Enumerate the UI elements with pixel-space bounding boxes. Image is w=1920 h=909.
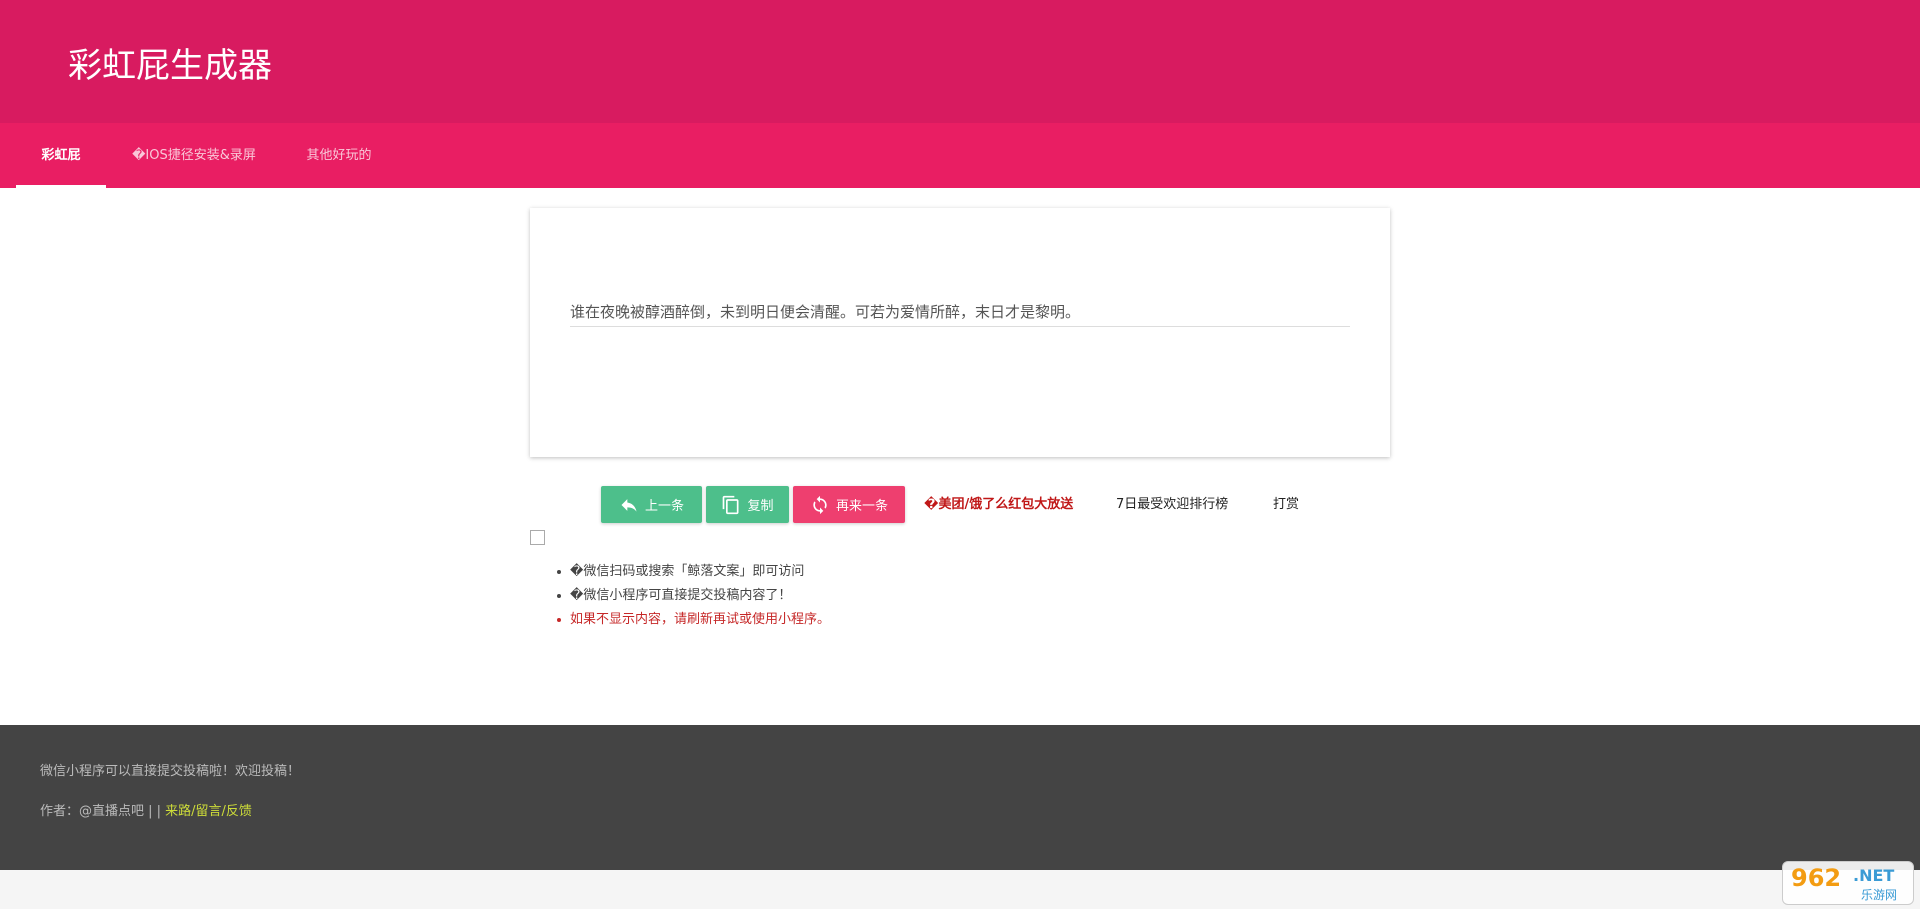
quote-text: 谁在夜晚被醇酒醉倒，未到明日便会清醒。可若为爱情所醉，末日才是黎明。 xyxy=(570,301,1350,327)
next-label: 再来一条 xyxy=(835,499,888,514)
watermark-cn: 乐游网 xyxy=(1861,888,1898,902)
watermark-net: .NET xyxy=(1853,866,1895,885)
copy-label: 复制 xyxy=(747,499,774,514)
footer-author: 作者：@直播点吧 | | 来路/留言/反馈 xyxy=(40,800,252,819)
copy-button[interactable]: 复制 xyxy=(706,486,789,523)
prev-button[interactable]: 上一条 xyxy=(601,486,702,523)
footer-message: 微信小程序可以直接提交投稿啦！欢迎投稿！ xyxy=(40,764,301,779)
tab-rainbow[interactable]: 彩虹屁 xyxy=(16,123,106,188)
author-text: 作者：@直播点吧 | | xyxy=(40,804,166,819)
watermark-num: 962 xyxy=(1791,864,1842,892)
tab-other-fun[interactable]: 其他好玩的 xyxy=(290,123,388,188)
list-item: 如果不显示内容，请刷新再试或使用小程序。 xyxy=(556,608,830,632)
reward-link[interactable]: 打赏 xyxy=(1273,486,1299,523)
tab-ios-shortcut[interactable]: �IOS捷径安装&录屏 xyxy=(124,123,264,188)
copy-icon xyxy=(723,495,739,514)
ranking-link[interactable]: 7日最受欢迎排行榜 xyxy=(1116,486,1228,523)
feedback-link[interactable]: 来路/留言/反馈 xyxy=(165,804,252,819)
list-item: �微信小程序可直接提交投稿内容了！ xyxy=(556,584,830,608)
footer: 微信小程序可以直接提交投稿啦！欢迎投稿！ 作者：@直播点吧 | | 来路/留言/… xyxy=(0,725,1920,870)
quote-card: 谁在夜晚被醇酒醉倒，未到明日便会清醒。可若为爱情所醉，末日才是黎明。 xyxy=(530,208,1390,457)
page-title: 彩虹屁生成器 xyxy=(68,46,272,86)
prev-label: 上一条 xyxy=(644,499,684,514)
watermark-logo: 962 .NET 乐游网 xyxy=(1782,861,1914,905)
main-content: 谁在夜晚被醇酒醉倒，未到明日便会清醒。可若为爱情所醉，末日才是黎明。 上一条 复… xyxy=(0,188,1920,725)
notes-list: �微信扫码或搜索「鲸落文案」即可访问 �微信小程序可直接提交投稿内容了！ 如果不… xyxy=(556,560,830,632)
checkbox[interactable] xyxy=(530,530,545,545)
app-header: 彩虹屁生成器 xyxy=(0,0,1920,123)
next-button[interactable]: 再来一条 xyxy=(793,486,905,523)
reply-icon xyxy=(621,498,637,512)
promo-link[interactable]: �美团/饿了么红包大放送 xyxy=(924,486,1073,523)
nav-bar: 彩虹屁 �IOS捷径安装&录屏 其他好玩的 xyxy=(0,123,1920,188)
list-item: �微信扫码或搜索「鲸落文案」即可访问 xyxy=(556,560,830,584)
refresh-icon xyxy=(813,495,827,514)
